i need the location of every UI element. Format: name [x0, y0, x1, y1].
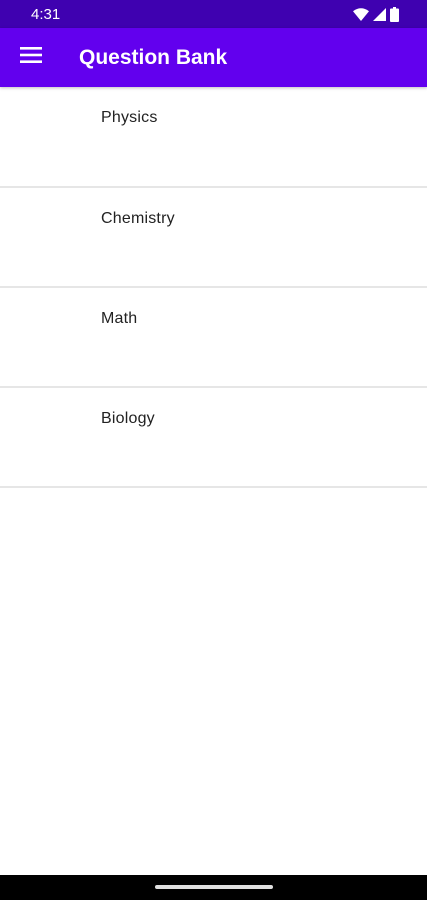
app-screen: 4:31 Question Bank Physics Chemistry Mat… — [0, 0, 427, 900]
subject-item-biology[interactable]: Biology — [0, 388, 427, 488]
subject-list: Physics Chemistry Math Biology — [0, 87, 427, 488]
app-bar: Question Bank — [0, 28, 427, 87]
menu-button[interactable] — [12, 38, 50, 76]
status-icons — [353, 6, 399, 22]
page-title: Question Bank — [79, 46, 228, 69]
signal-icon — [373, 7, 386, 21]
subject-label: Math — [101, 310, 138, 327]
navigation-bar — [0, 875, 427, 900]
status-bar: 4:31 — [0, 0, 427, 28]
battery-icon — [390, 6, 399, 22]
home-indicator[interactable] — [155, 885, 273, 889]
menu-icon — [20, 46, 42, 68]
subject-label: Physics — [101, 109, 158, 126]
status-time: 4:31 — [31, 6, 61, 23]
subject-label: Biology — [101, 410, 155, 427]
subject-item-physics[interactable]: Physics — [0, 87, 427, 188]
subject-item-math[interactable]: Math — [0, 288, 427, 388]
subject-item-chemistry[interactable]: Chemistry — [0, 188, 427, 288]
subject-label: Chemistry — [101, 210, 175, 227]
wifi-icon — [353, 7, 369, 21]
